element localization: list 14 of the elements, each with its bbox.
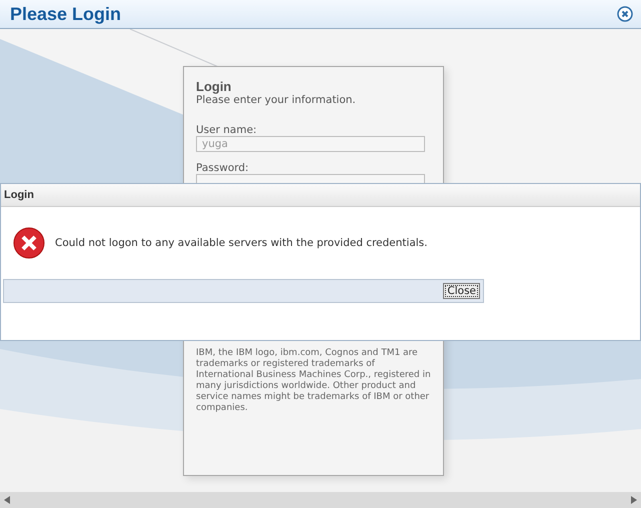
error-icon <box>13 227 45 259</box>
panel-title: Login <box>196 79 232 94</box>
legal-text: IBM, the IBM logo, ibm.com, Cognos and TM1 are trademarks or registered trademarks of International Business Machines Corp., registered in many jurisdictions worldwide. Other product and service names might be trademarks of IBM or other companies. <box>196 348 431 414</box>
field-label: Password: <box>196 162 250 174</box>
close-button[interactable]: Close <box>443 283 480 299</box>
panel-subtitle: Please enter your information. <box>196 94 357 106</box>
left-arrow-icon[interactable] <box>4 496 10 504</box>
close-icon[interactable] <box>617 6 633 22</box>
field-label: User name: <box>196 124 258 136</box>
right-arrow-icon[interactable] <box>631 496 637 504</box>
scrollbar[interactable] <box>0 492 641 508</box>
error-message: Could not logon to any available servers with the provided credentials. <box>55 237 428 249</box>
window-title: Please Login <box>10 4 122 24</box>
dialog-title: Login <box>4 189 34 201</box>
